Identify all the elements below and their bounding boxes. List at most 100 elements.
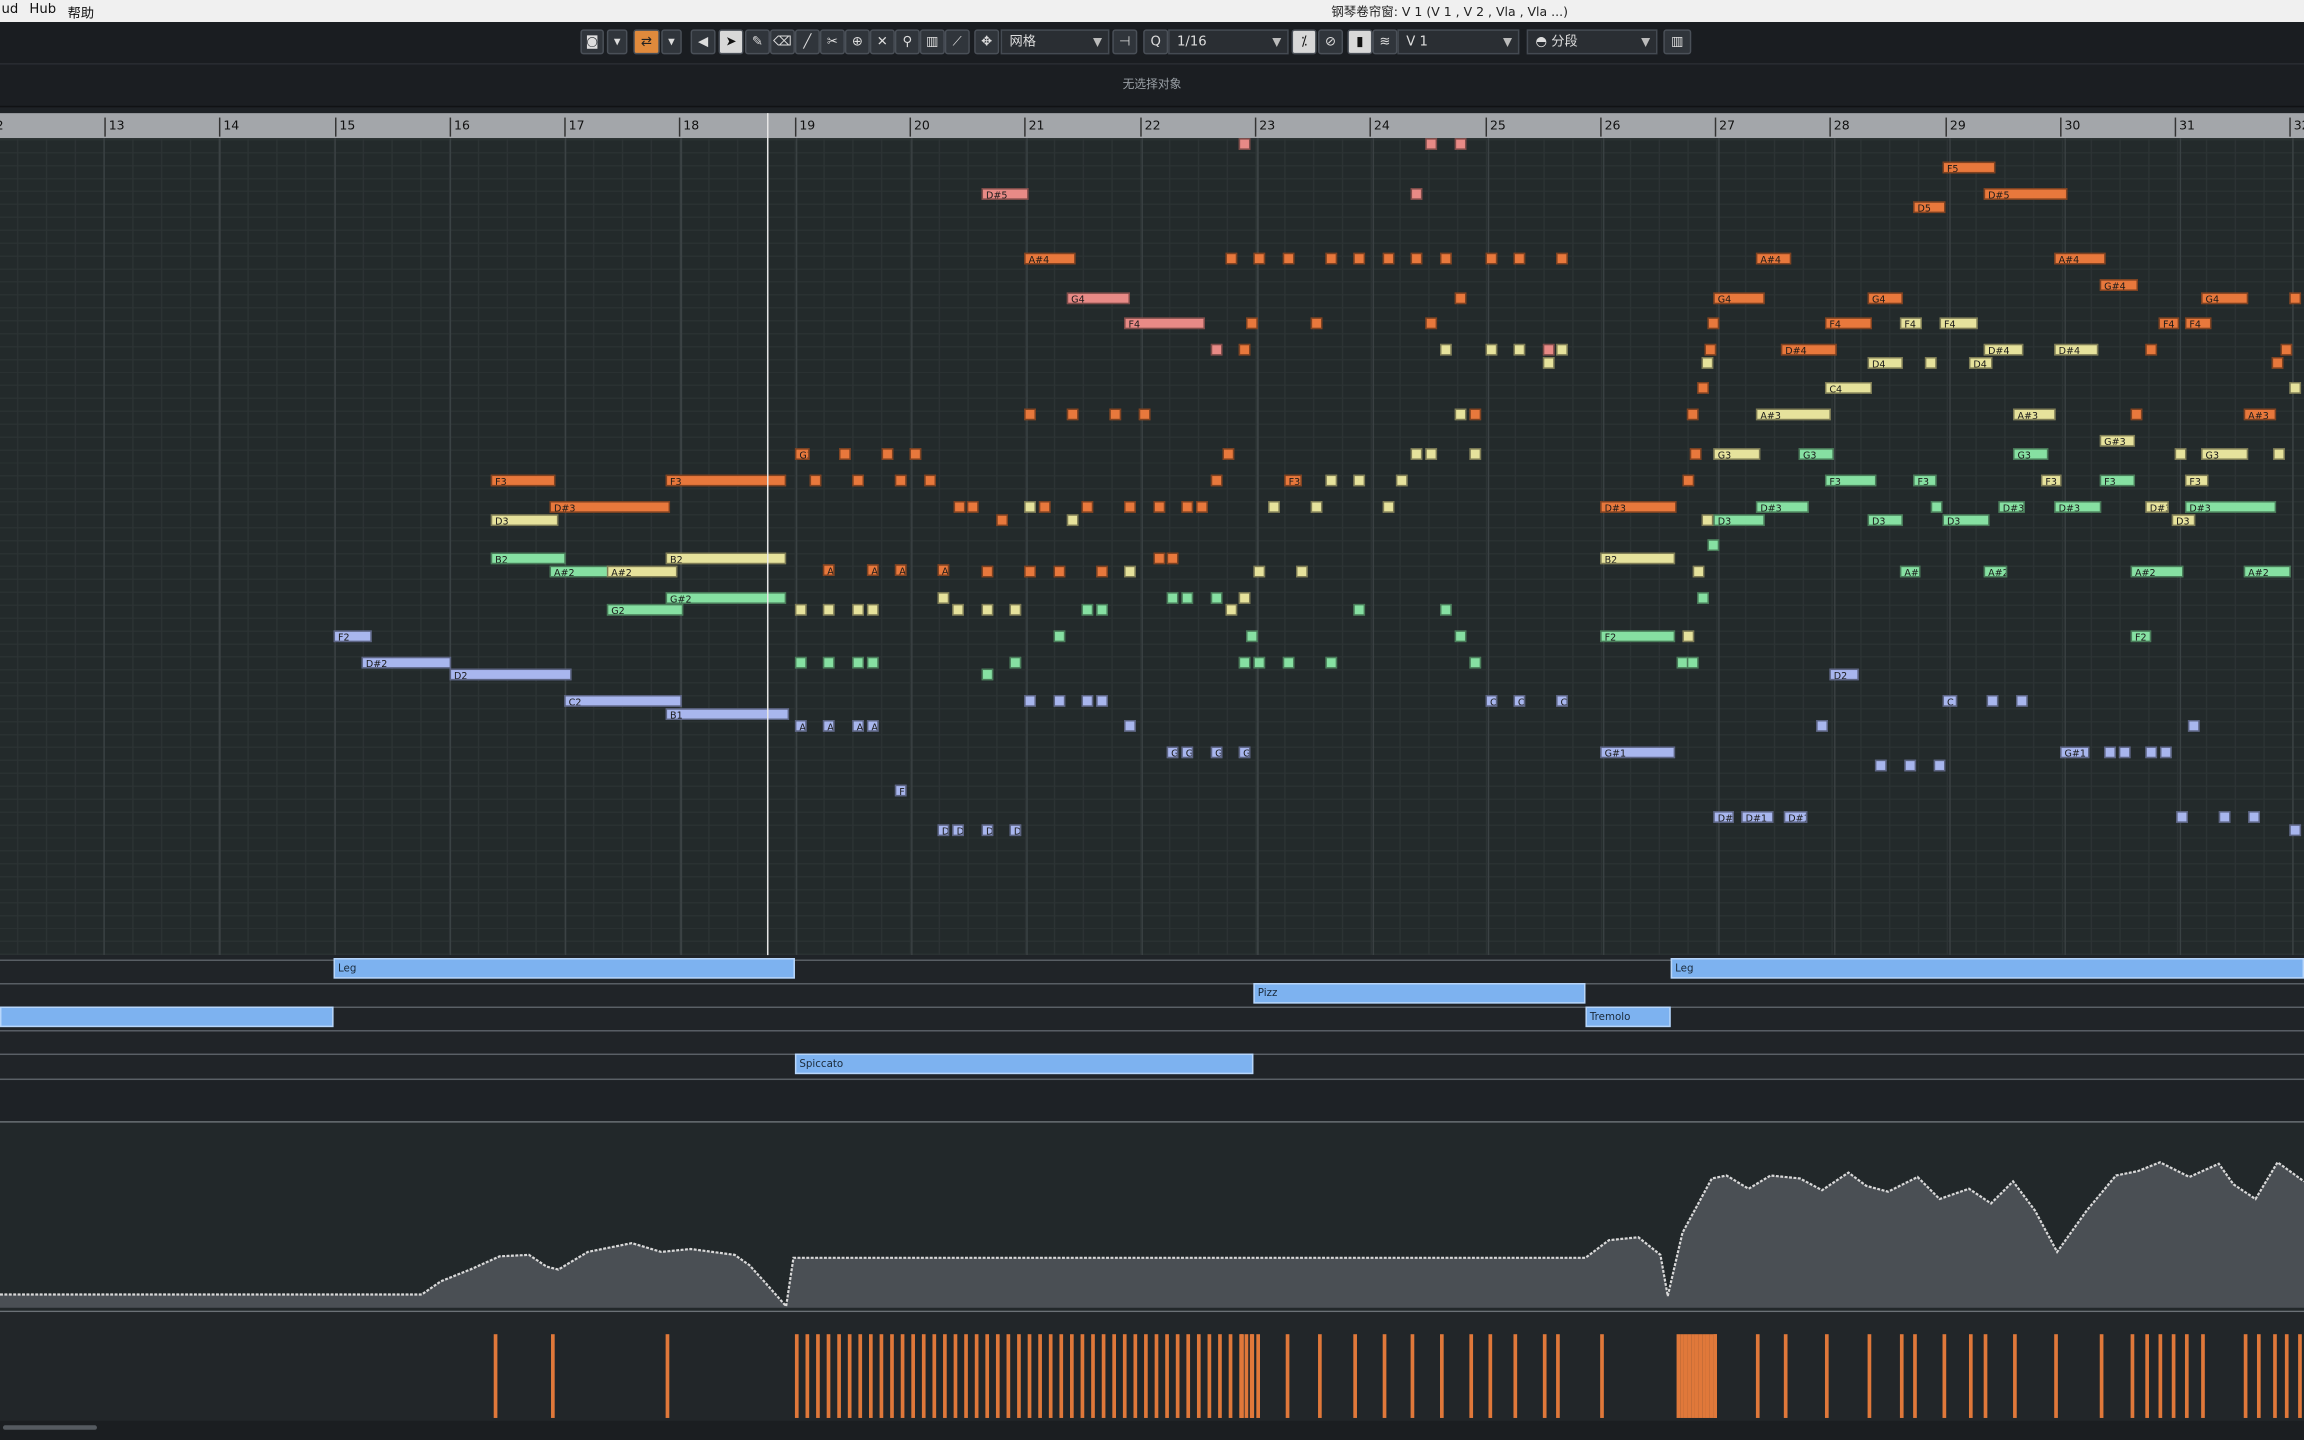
note[interactable] xyxy=(1874,759,1887,772)
note[interactable]: A#3 xyxy=(1755,408,1831,421)
note[interactable] xyxy=(1454,630,1467,643)
note[interactable] xyxy=(1066,514,1079,527)
track-dropdown[interactable]: V 1 ▼ xyxy=(1397,29,1520,55)
note[interactable]: D5 xyxy=(1913,201,1946,214)
velocity-bar[interactable] xyxy=(1680,1334,1684,1418)
velocity-bar[interactable] xyxy=(1059,1334,1064,1418)
note[interactable] xyxy=(1096,565,1108,578)
note[interactable] xyxy=(1222,448,1235,460)
note[interactable] xyxy=(1440,343,1452,356)
camera-icon[interactable]: ◙ xyxy=(580,29,604,55)
note[interactable] xyxy=(1210,343,1223,356)
velocity-bar[interactable] xyxy=(858,1334,863,1418)
note[interactable]: B2 xyxy=(490,552,566,565)
note[interactable] xyxy=(1124,720,1136,732)
note[interactable] xyxy=(1181,501,1194,513)
note[interactable] xyxy=(966,501,979,513)
note[interactable] xyxy=(1024,501,1036,513)
note[interactable]: D3 xyxy=(1867,514,1903,527)
note[interactable] xyxy=(866,656,879,669)
velocity-bar[interactable] xyxy=(1101,1334,1106,1418)
note[interactable]: D#2 xyxy=(361,656,452,669)
note[interactable] xyxy=(822,656,835,669)
note[interactable] xyxy=(1225,252,1238,265)
note[interactable] xyxy=(1410,252,1423,265)
note[interactable] xyxy=(1707,539,1720,552)
note[interactable] xyxy=(924,474,937,487)
velocity-bar[interactable] xyxy=(493,1334,498,1418)
note[interactable] xyxy=(1556,252,1568,265)
quantize-reset-icon[interactable]: ⊘ xyxy=(1318,29,1344,55)
note[interactable]: B2 xyxy=(1600,552,1676,565)
velocity-bar[interactable] xyxy=(1133,1334,1138,1418)
note[interactable] xyxy=(1253,252,1266,265)
note[interactable] xyxy=(1410,188,1423,200)
note[interactable]: D#1 xyxy=(1783,811,1808,823)
note[interactable]: A#2 xyxy=(1899,565,1921,578)
velocity-bar[interactable] xyxy=(2201,1334,2205,1418)
keyboard-icon[interactable]: ▥ xyxy=(1663,29,1692,55)
note[interactable]: G xyxy=(1181,746,1194,759)
note[interactable] xyxy=(1109,408,1122,421)
note[interactable]: A xyxy=(894,564,907,577)
velocity-bar[interactable] xyxy=(1070,1334,1074,1418)
note[interactable] xyxy=(1556,343,1568,356)
scrollbar-thumb[interactable] xyxy=(2,1425,97,1430)
note[interactable] xyxy=(1701,357,1714,369)
layers-icon[interactable]: ≋ xyxy=(1372,29,1398,55)
articulation-lanes[interactable]: Leg Pizz Tremolo Spiccato Leg xyxy=(0,955,2304,1082)
note[interactable]: B1 xyxy=(665,708,790,721)
note[interactable] xyxy=(852,603,865,616)
note[interactable]: D xyxy=(1009,824,1022,837)
articulation-block[interactable]: Spiccato xyxy=(794,1053,1254,1075)
line-tool-icon[interactable]: ╱ xyxy=(794,29,820,55)
note[interactable]: F4 xyxy=(1824,317,1873,330)
menu-item-hub[interactable]: Hub xyxy=(29,3,56,18)
velocity-bar[interactable] xyxy=(890,1334,894,1418)
velocity-bar[interactable] xyxy=(1600,1334,1604,1418)
note[interactable] xyxy=(839,448,851,460)
velocity-bar[interactable] xyxy=(1175,1334,1180,1418)
note[interactable]: D4 xyxy=(1968,357,1993,369)
note[interactable] xyxy=(1296,565,1308,578)
velocity-bar[interactable] xyxy=(1867,1334,1872,1418)
note[interactable] xyxy=(1238,656,1251,669)
note[interactable] xyxy=(2130,408,2143,421)
note[interactable] xyxy=(1238,592,1251,604)
note[interactable]: G#4 xyxy=(2099,279,2138,291)
velocity-bar[interactable] xyxy=(1899,1334,1904,1418)
note[interactable] xyxy=(1469,448,1482,460)
note[interactable]: G#1 xyxy=(2060,746,2090,759)
velocity-bar[interactable] xyxy=(1913,1334,1917,1418)
note[interactable]: F3 xyxy=(490,474,556,487)
note[interactable] xyxy=(1469,656,1482,669)
articulation-block[interactable]: Pizz xyxy=(1253,983,1586,1004)
velocity-bar[interactable] xyxy=(974,1334,979,1418)
velocity-bar[interactable] xyxy=(1196,1334,1201,1418)
velocity-bar[interactable] xyxy=(1382,1334,1387,1418)
note[interactable]: G4 xyxy=(1713,292,1765,305)
articulation-block[interactable]: Leg xyxy=(333,958,795,979)
velocity-bar[interactable] xyxy=(2284,1334,2289,1418)
note[interactable]: G#1 xyxy=(1600,746,1676,759)
note[interactable] xyxy=(1425,138,1438,150)
quantize-dropdown[interactable]: 1/16 ▼ xyxy=(1168,29,1289,55)
velocity-bar[interactable] xyxy=(1783,1334,1788,1418)
note[interactable] xyxy=(1689,448,1702,460)
note[interactable] xyxy=(2280,343,2293,356)
velocity-bar[interactable] xyxy=(1687,1334,1692,1418)
velocity-bar[interactable] xyxy=(1705,1334,1710,1418)
note[interactable] xyxy=(1697,382,1709,394)
velocity-bar[interactable] xyxy=(953,1334,958,1418)
note[interactable] xyxy=(852,474,865,487)
velocity-bar[interactable] xyxy=(879,1334,884,1418)
note[interactable] xyxy=(981,603,994,616)
note[interactable] xyxy=(809,474,822,487)
velocity-bar[interactable] xyxy=(985,1334,990,1418)
note[interactable] xyxy=(1353,603,1366,616)
time-warp-icon[interactable]: ⟋ xyxy=(944,29,970,55)
note[interactable] xyxy=(2187,720,2200,732)
note[interactable]: G4 xyxy=(1867,292,1903,305)
note[interactable] xyxy=(1353,474,1366,487)
velocity-bar[interactable] xyxy=(1968,1334,1973,1418)
